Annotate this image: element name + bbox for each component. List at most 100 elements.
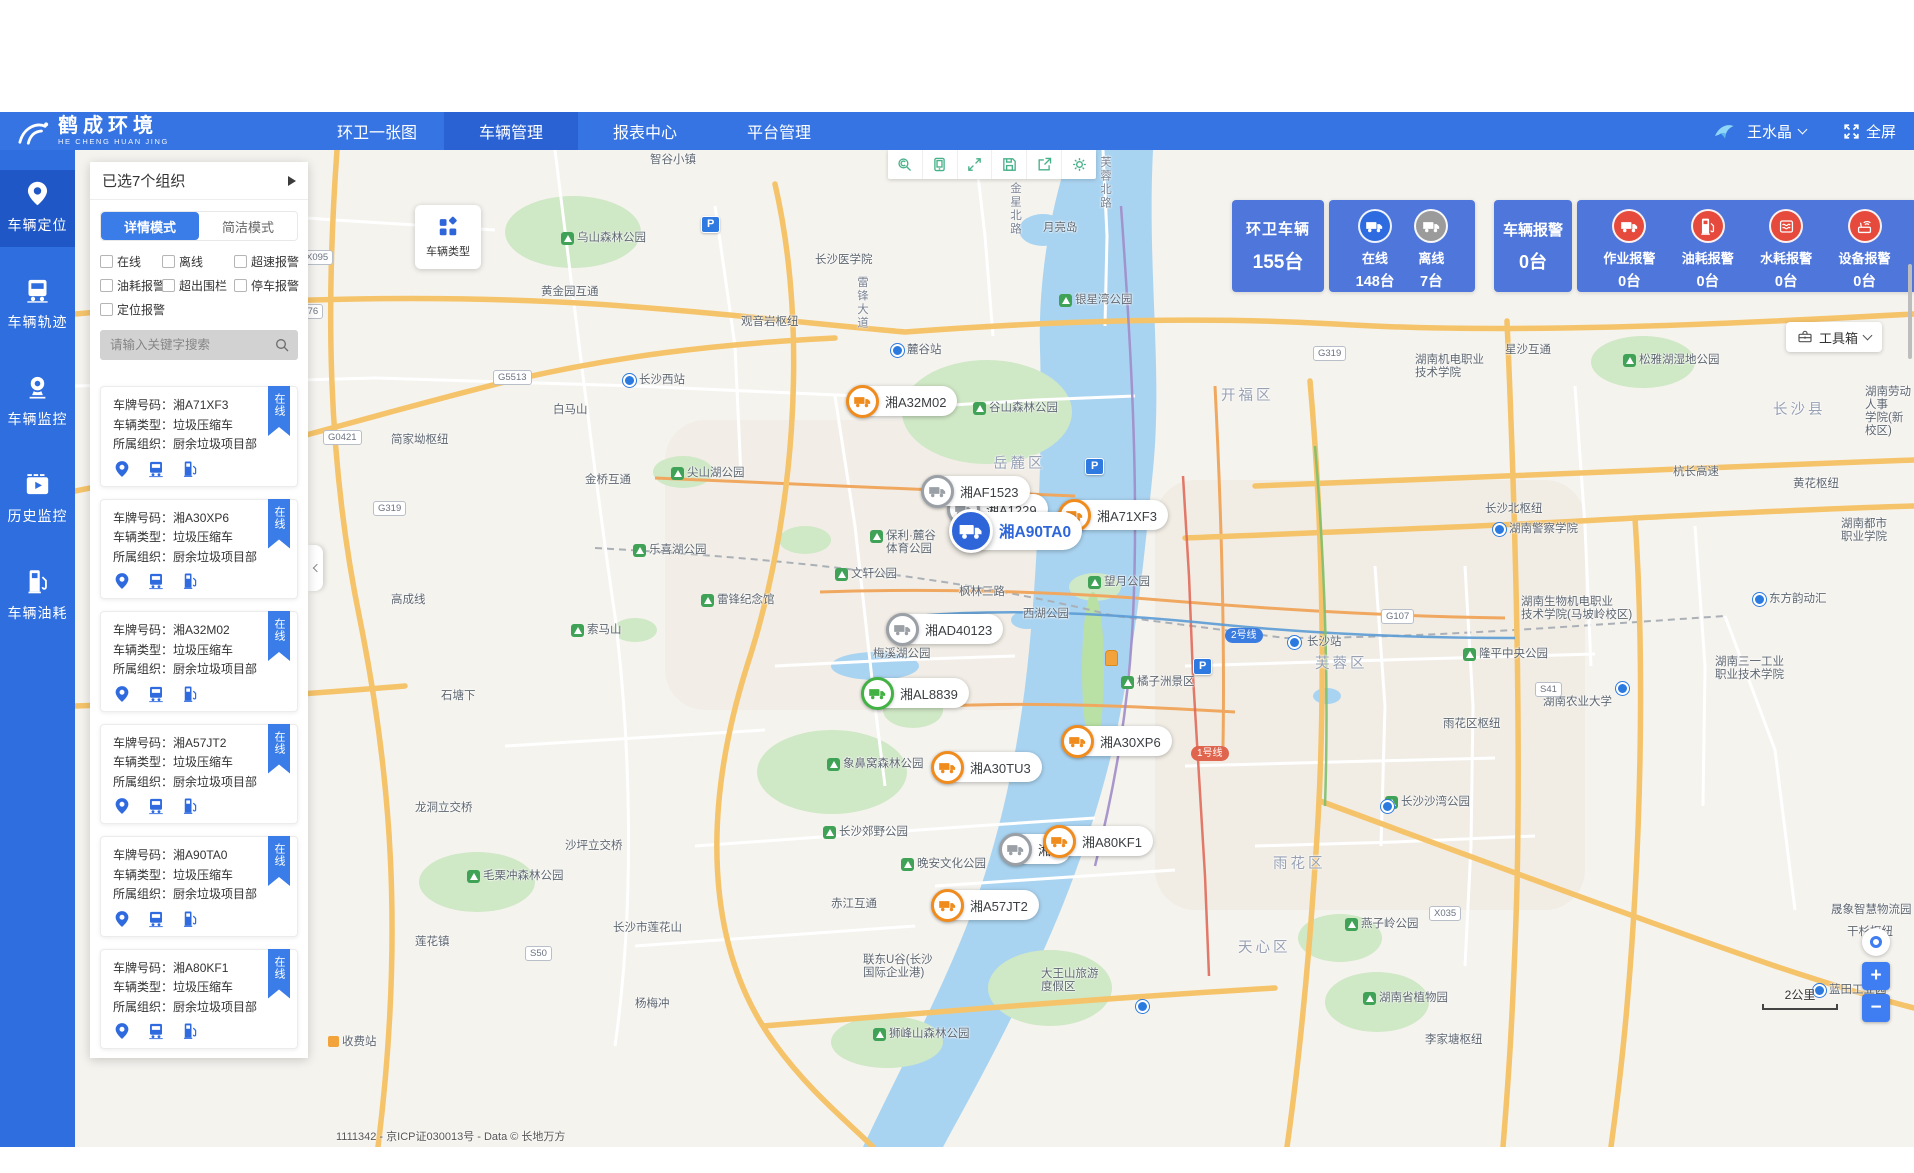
vehicle-marker-plate: 湘A57JT2	[970, 896, 1028, 915]
filter-option[interactable]: 离线	[162, 253, 232, 270]
checkbox[interactable]	[100, 255, 113, 268]
map-poi-icon	[701, 594, 714, 607]
track-vehicle-icon[interactable]	[147, 1022, 165, 1040]
nav-tab[interactable]: 环卫一张图	[310, 112, 444, 150]
filter-option[interactable]: 在线	[100, 253, 160, 270]
zoom-out-button[interactable]: −	[1862, 994, 1890, 1022]
vehicle-card[interactable]: 车牌号码：湘A32M02 车辆类型：垃圾压缩车 所属组织：厨余垃圾项目部 在线	[100, 611, 298, 712]
checkbox[interactable]	[234, 255, 247, 268]
panel-collapse-button[interactable]	[308, 545, 323, 591]
track-vehicle-icon[interactable]	[147, 797, 165, 815]
checkbox[interactable]	[234, 279, 247, 292]
track-vehicle-icon[interactable]	[147, 572, 165, 590]
user-avatar-icon[interactable]	[1711, 119, 1737, 143]
map-label: 星沙互通	[1505, 344, 1551, 357]
nav-tab[interactable]: 报表中心	[578, 112, 712, 150]
user-menu[interactable]: 王水晶	[1747, 121, 1806, 142]
filter-option[interactable]: 定位报警	[100, 301, 160, 318]
vehicle-marker[interactable]: 湘A30TU3	[933, 752, 1042, 782]
vehicle-marker-plate: 湘AD40123	[925, 620, 992, 639]
vehicle-marker[interactable]: 湘A90TA0	[951, 512, 1082, 550]
expand-icon[interactable]	[958, 149, 993, 179]
fuel-vehicle-icon[interactable]	[181, 685, 199, 703]
search-icon[interactable]	[274, 337, 290, 353]
sidebar-item[interactable]: 历史监控	[0, 461, 75, 538]
locate-vehicle-icon[interactable]	[113, 685, 131, 703]
nav-tab[interactable]: 车辆管理	[444, 112, 578, 150]
fuel-vehicle-icon[interactable]	[181, 910, 199, 928]
settings-gear-icon[interactable]	[1062, 149, 1096, 179]
locate-vehicle-icon[interactable]	[113, 797, 131, 815]
track-vehicle-icon[interactable]	[147, 910, 165, 928]
vehicle-marker[interactable]: 湘AD40123	[888, 614, 1003, 644]
sidebar-item[interactable]: 车辆定位	[0, 170, 75, 247]
vehicle-marker[interactable]: 湘AL8839	[863, 678, 969, 708]
mode-tab[interactable]: 简洁模式	[199, 212, 297, 240]
map-poi-icon	[1088, 576, 1101, 589]
vehicle-marker[interactable]: 湘A32M02	[848, 386, 957, 416]
fuel-vehicle-icon[interactable]	[181, 1022, 199, 1040]
fullscreen-icon	[1842, 122, 1861, 141]
sidebar-item[interactable]: 车辆监控	[0, 364, 75, 441]
filter-option[interactable]: 停车报警	[234, 277, 299, 294]
filter-option[interactable]: 油耗报警	[100, 277, 160, 294]
track-vehicle-icon[interactable]	[147, 460, 165, 478]
checkbox[interactable]	[100, 279, 113, 292]
monitor-icon[interactable]	[923, 149, 958, 179]
sidebar-item[interactable]: 车辆油耗	[0, 558, 75, 635]
vehicle-marker[interactable]: 湘A80KF1	[1045, 826, 1153, 856]
checkbox[interactable]	[100, 303, 113, 316]
vehicle-type-button[interactable]: 车辆类型	[415, 205, 481, 269]
scale-label: 2公里	[1762, 986, 1838, 1003]
locate-vehicle-icon[interactable]	[113, 1022, 131, 1040]
offline-truck-icon	[1414, 209, 1448, 243]
fuel-vehicle-icon[interactable]	[181, 460, 199, 478]
sidebar-item[interactable]: 车辆轨迹	[0, 267, 75, 344]
zoom-search-icon[interactable]	[888, 149, 923, 179]
map-label: 文轩公园	[835, 568, 897, 581]
toolbox-button[interactable]: 工具箱	[1786, 322, 1882, 352]
locate-vehicle-icon[interactable]	[113, 572, 131, 590]
map-poi-icon	[1623, 354, 1636, 367]
fullscreen-button[interactable]: 全屏	[1842, 121, 1896, 142]
app-title: 鹤成环境	[58, 116, 169, 136]
checkbox[interactable]	[162, 255, 175, 268]
locate-vehicle-icon[interactable]	[113, 460, 131, 478]
map-poi-icon	[823, 826, 836, 839]
map-canvas[interactable]: 智谷小镇 乌山森林公园 长沙医学院 黄金园互通 月亮岛 银星湾公园 观音岩枢	[75, 150, 1914, 1147]
map-poi-icon	[633, 544, 646, 557]
vehicle-marker[interactable]: 湘A57JT2	[933, 890, 1039, 920]
export-icon[interactable]	[1027, 149, 1062, 179]
vehicle-marker[interactable]: 湘A30XP6	[1063, 726, 1172, 756]
sidebar-item-label: 车辆定位	[8, 215, 68, 235]
filter-label: 停车报警	[251, 277, 299, 294]
track-vehicle-icon[interactable]	[147, 685, 165, 703]
fuel-vehicle-icon[interactable]	[181, 572, 199, 590]
search-input[interactable]	[100, 330, 298, 360]
truck-icon	[931, 889, 964, 922]
map-poi-icon	[901, 858, 914, 871]
vehicle-card[interactable]: 车牌号码：湘A90TA0 车辆类型：垃圾压缩车 所属组织：厨余垃圾项目部 在线	[100, 836, 298, 937]
checkbox[interactable]	[162, 279, 175, 292]
locate-button[interactable]	[1862, 928, 1890, 956]
vehicle-card[interactable]: 车牌号码：湘A71XF3 车辆类型：垃圾压缩车 所属组织：厨余垃圾项目部 在线	[100, 386, 298, 487]
fuel-vehicle-icon[interactable]	[181, 797, 199, 815]
panel-scrollbar[interactable]	[1908, 264, 1912, 359]
vehicle-card[interactable]: 车牌号码：湘A30XP6 车辆类型：垃圾压缩车 所属组织：厨余垃圾项目部 在线	[100, 499, 298, 600]
vehicle-card[interactable]: 车牌号码：湘A80KF1 车辆类型：垃圾压缩车 所属组织：厨余垃圾项目部 在线	[100, 949, 298, 1050]
nav-menu: 环卫一张图 车辆管理 报表中心 平台管理	[310, 112, 846, 150]
filter-option[interactable]: 超速报警	[234, 253, 299, 270]
filter-option[interactable]: 超出围栏	[162, 277, 232, 294]
map-label: 沙坪立交桥	[565, 840, 623, 853]
expand-right-icon[interactable]	[288, 176, 296, 186]
zoom-in-button[interactable]: +	[1862, 962, 1890, 990]
vehicle-marker[interactable]: 湘AF1523	[923, 476, 1030, 506]
vehicle-card[interactable]: 车牌号码：湘A57JT2 车辆类型：垃圾压缩车 所属组织：厨余垃圾项目部 在线	[100, 724, 298, 825]
filter-label: 超速报警	[251, 253, 299, 270]
mode-tab[interactable]: 详情模式	[101, 212, 199, 240]
nav-tab[interactable]: 平台管理	[712, 112, 846, 150]
map-label: 2号线	[1225, 628, 1263, 643]
locate-vehicle-icon[interactable]	[113, 910, 131, 928]
save-icon[interactable]	[992, 149, 1027, 179]
map-label: 月亮岛	[1043, 222, 1078, 235]
